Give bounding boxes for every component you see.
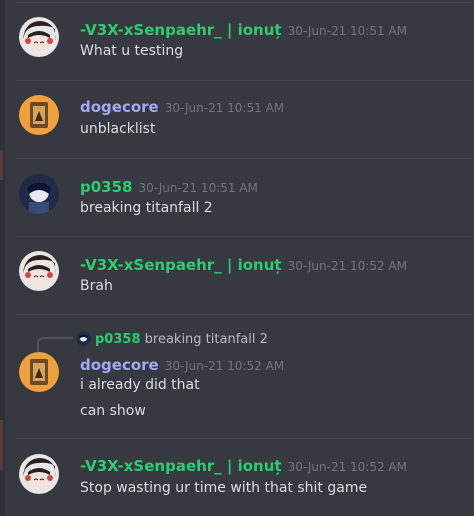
author-name[interactable]: -V3X-xSenpaehr_ | ionuț <box>80 457 282 475</box>
reply-avatar <box>76 331 91 346</box>
message-header: p0358 30-Jun-21 10:51 AM <box>80 177 258 196</box>
reply-author[interactable]: p0358 <box>95 332 141 347</box>
message-header: dogecore 30-Jun-21 10:51 AM <box>80 97 284 116</box>
message-header: -V3X-xSenpaehr_ | ionuț 30-Jun-21 10:52 A… <box>80 255 407 274</box>
author-name[interactable]: p0358 <box>80 178 133 196</box>
reply-connector <box>37 337 73 353</box>
author-name[interactable]: -V3X-xSenpaehr_ | ionuț <box>80 256 282 274</box>
avatar[interactable] <box>19 174 59 214</box>
message-item: p0358 breaking titanfall 2 dogecore 30-Ju… <box>0 314 474 438</box>
avatar[interactable] <box>19 454 59 494</box>
author-name[interactable]: -V3X-xSenpaehr_ | ionuț <box>80 21 282 39</box>
timestamp: 30-Jun-21 10:51 AM <box>138 181 258 195</box>
timestamp: 30-Jun-21 10:52 AM <box>287 460 407 474</box>
message-divider <box>16 236 474 237</box>
message-divider <box>16 80 474 81</box>
message-header: -V3X-xSenpaehr_ | ionuț 30-Jun-21 10:51 A… <box>80 20 407 39</box>
avatar[interactable] <box>19 352 59 392</box>
message-item: p0358 30-Jun-21 10:51 AM breaking titanfa… <box>0 158 474 236</box>
timestamp: 30-Jun-21 10:51 AM <box>287 24 407 38</box>
message-text: can show <box>80 403 146 419</box>
avatar[interactable] <box>19 17 59 57</box>
reply-snippet: breaking titanfall 2 <box>144 332 268 347</box>
message-item: -V3X-xSenpaehr_ | ionuț 30-Jun-21 10:52 A… <box>0 438 474 516</box>
message-item: -V3X-xSenpaehr_ | ionuț 30-Jun-21 10:52 A… <box>0 236 474 314</box>
avatar[interactable] <box>19 95 59 135</box>
message-item: -V3X-xSenpaehr_ | ionuț 30-Jun-21 10:51 A… <box>0 0 474 80</box>
author-name[interactable]: dogecore <box>80 98 159 116</box>
message-text: What u testing <box>80 43 184 59</box>
message-text: i already did that <box>80 377 200 393</box>
message-item: dogecore 30-Jun-21 10:51 AM unblacklist <box>0 80 474 158</box>
message-divider <box>16 438 474 439</box>
message-divider <box>16 158 474 159</box>
author-name[interactable]: dogecore <box>80 356 159 374</box>
message-text: breaking titanfall 2 <box>80 200 213 216</box>
avatar[interactable] <box>19 251 59 291</box>
message-text: Stop wasting ur time with that shit game <box>80 480 368 496</box>
timestamp: 30-Jun-21 10:52 AM <box>287 259 407 273</box>
timestamp: 30-Jun-21 10:51 AM <box>164 101 285 115</box>
message-header: dogecore 30-Jun-21 10:52 AM <box>80 355 284 374</box>
message-text: Brah <box>80 278 113 294</box>
reply-reference[interactable]: p0358 breaking titanfall 2 <box>76 331 268 347</box>
message-divider <box>16 314 474 315</box>
message-text: unblacklist <box>80 121 156 137</box>
message-header: -V3X-xSenpaehr_ | ionuț 30-Jun-21 10:52 A… <box>80 456 407 475</box>
message-divider <box>16 2 474 3</box>
timestamp: 30-Jun-21 10:52 AM <box>164 359 285 373</box>
